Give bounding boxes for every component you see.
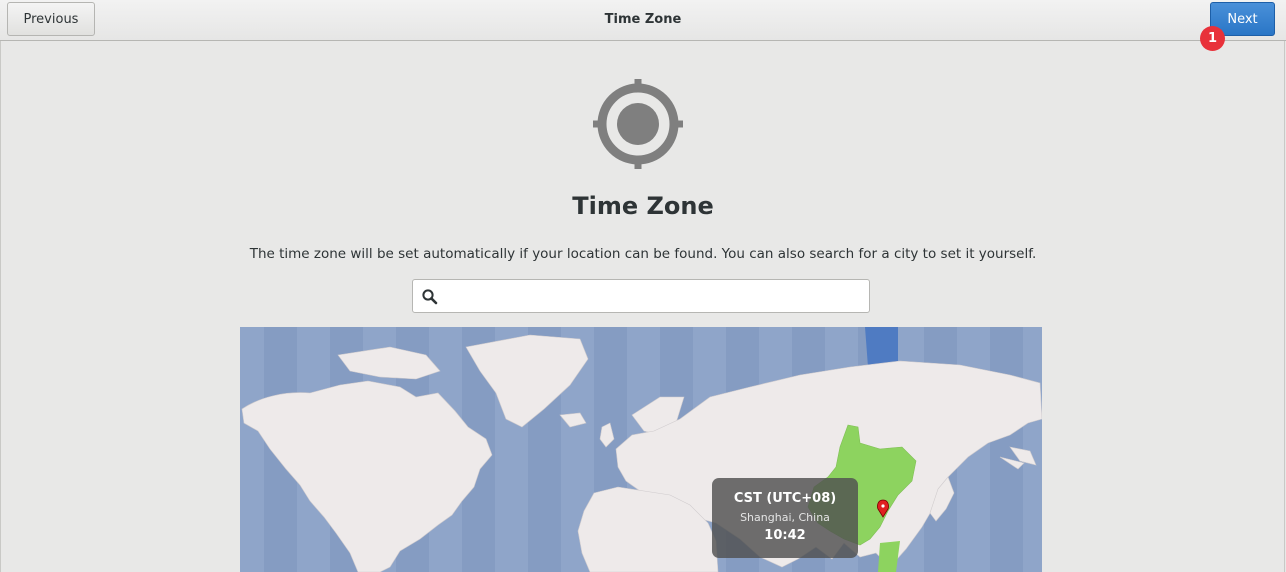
step-badge: 1 bbox=[1200, 26, 1225, 51]
window-border-right bbox=[1284, 41, 1285, 572]
previous-button[interactable]: Previous bbox=[7, 2, 95, 36]
search-field[interactable] bbox=[412, 279, 870, 313]
header-title: Time Zone bbox=[604, 11, 682, 27]
header-bar: Previous Time Zone Next bbox=[0, 0, 1286, 41]
world-map[interactable] bbox=[240, 327, 1042, 572]
window-border-left bbox=[0, 41, 1, 572]
search-input[interactable] bbox=[445, 284, 859, 310]
search-icon bbox=[422, 289, 438, 305]
page-title: Time Zone bbox=[572, 192, 714, 220]
description-text: The time zone will be set automatically … bbox=[249, 246, 1037, 262]
location-target-icon bbox=[593, 79, 683, 169]
timezone-time: 10:42 bbox=[764, 528, 806, 543]
timezone-tooltip: CST (UTC+08) Shanghai, China 10:42 bbox=[712, 478, 858, 558]
timezone-name: CST (UTC+08) bbox=[733, 491, 837, 506]
selected-zone-strip bbox=[865, 327, 898, 367]
timezone-city: Shanghai, China bbox=[740, 511, 830, 524]
timezone-map[interactable] bbox=[240, 327, 1042, 572]
